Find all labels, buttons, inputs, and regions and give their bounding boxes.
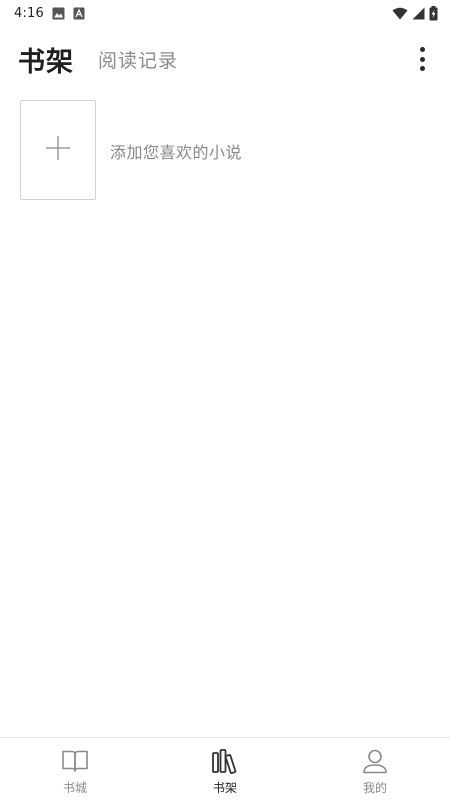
top-header: 书架 阅读记录 [0,36,450,82]
signal-icon [412,7,425,20]
more-dot [419,47,425,52]
status-right [392,5,438,21]
status-bar: 4:16 [0,0,450,26]
user-icon [361,747,389,775]
image-icon [52,7,65,20]
add-book-button[interactable] [20,100,96,200]
battery-charging-icon [429,5,438,21]
more-dot [419,66,425,71]
more-dot [419,56,425,62]
nav-label-mine: 我的 [362,781,387,795]
nav-item-bookstore[interactable]: 书城 [0,738,150,796]
bottom-navigation: 书城 书架 我的 [0,737,450,800]
a-letter-icon [73,7,85,20]
nav-label-bookstore: 书城 [62,781,87,795]
app-screen: 4:16 书架 阅读记录 添加您喜欢的小说 书城 书架 我的 [0,0,450,800]
wifi-icon [392,7,408,20]
more-vertical-icon[interactable] [416,45,428,73]
nav-label-bookshelf: 书架 [212,781,237,795]
status-time: 4:16 [14,5,44,21]
tab-bookshelf[interactable]: 书架 [18,40,74,79]
tab-reading-history[interactable]: 阅读记录 [98,46,178,73]
add-book-label[interactable]: 添加您喜欢的小说 [110,139,242,163]
nav-item-bookshelf[interactable]: 书架 [150,738,300,796]
status-left: 4:16 [14,6,85,21]
bookshelf-icon [211,747,239,775]
plus-icon [44,134,72,166]
open-book-icon [61,747,89,775]
nav-item-mine[interactable]: 我的 [300,738,450,796]
